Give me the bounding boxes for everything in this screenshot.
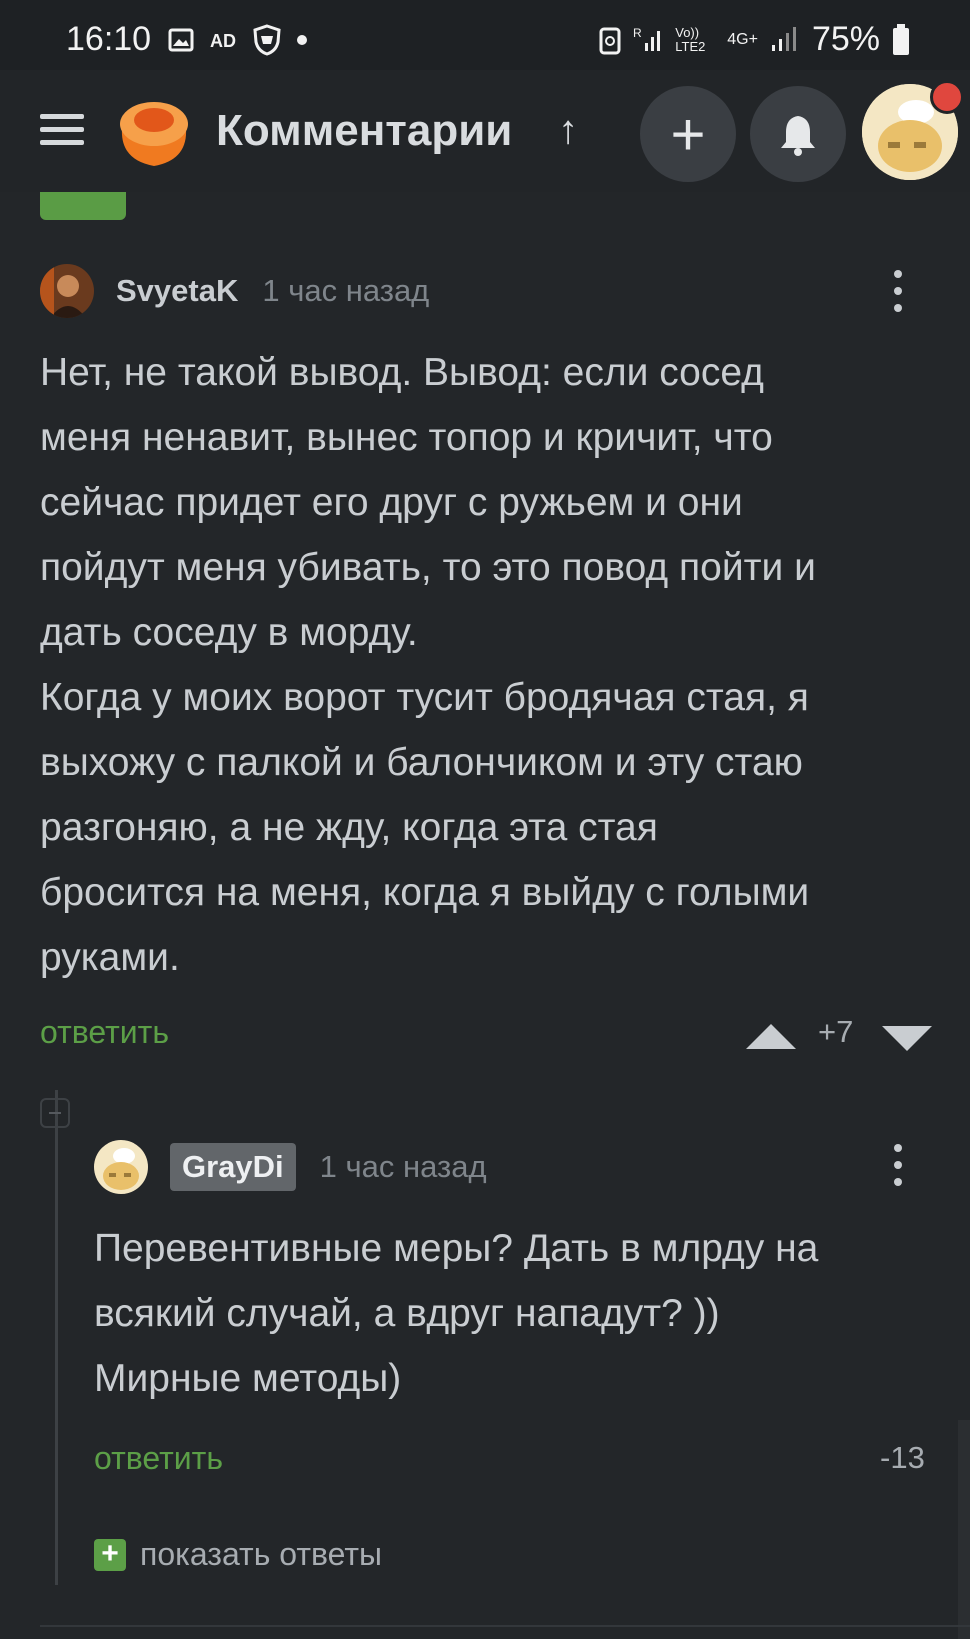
svg-text:AD: AD — [210, 31, 236, 51]
add-post-button[interactable]: + — [640, 86, 736, 182]
signal-icon — [771, 26, 796, 51]
status-time: 16:10 — [66, 20, 152, 58]
volte-label: Vo)) LTE2 — [675, 24, 706, 54]
gallery-icon — [168, 28, 194, 52]
signal-roaming-icon: R — [633, 26, 661, 51]
comment-rating: -13 — [880, 1440, 925, 1475]
reply-button[interactable]: ответить — [40, 1014, 169, 1051]
notifications-button[interactable] — [750, 86, 846, 182]
post-rating-bar — [40, 192, 126, 220]
comment-time[interactable]: 1 час назад — [320, 1149, 487, 1185]
recycle-icon — [599, 27, 621, 54]
dot-icon — [297, 35, 307, 45]
divider — [40, 1625, 970, 1627]
menu-icon[interactable] — [40, 114, 84, 146]
battery-percent: 75% — [811, 20, 880, 58]
collapse-thread-button[interactable] — [40, 1098, 70, 1128]
page-title: Комментарии — [216, 106, 513, 155]
battery-icon — [893, 23, 909, 55]
upvote-icon[interactable] — [746, 1024, 796, 1049]
app-bar: Комментарии ↑ + — [0, 70, 970, 192]
show-replies-label: показать ответы — [140, 1536, 383, 1572]
user-avatar-image — [40, 264, 94, 318]
comment-header: SvyetaK 1 час назад — [40, 264, 429, 318]
status-icons-left: AD — [168, 24, 308, 56]
ad-icon: AD — [210, 31, 236, 51]
shield-icon — [253, 24, 281, 56]
comment-text: Нет, не такой вывод. Вывод: если сосед м… — [40, 351, 816, 979]
notification-dot — [930, 80, 964, 114]
comment-time[interactable]: 1 час назад — [262, 273, 429, 309]
downvote-icon[interactable] — [882, 1026, 932, 1051]
pikabu-logo[interactable] — [114, 94, 194, 170]
comment-author-badge[interactable]: GrayDi — [170, 1143, 296, 1191]
status-bar: 16:10 AD R Vo)) LTE2 4G+ 75% — [0, 0, 970, 70]
comment-author[interactable]: SvyetaK — [116, 273, 238, 309]
status-icons-right: R Vo)) LTE2 4G+ 75% — [599, 20, 910, 59]
sort-arrow-up-icon[interactable]: ↑ — [558, 108, 578, 153]
expand-plus-icon: + — [94, 1538, 126, 1571]
show-replies-button[interactable]: + показать ответы — [94, 1536, 382, 1573]
comment-rating: +7 — [818, 1014, 854, 1049]
scrollbar[interactable] — [958, 1420, 970, 1639]
comment-header: GrayDi 1 час назад — [94, 1140, 487, 1194]
avatar[interactable] — [94, 1140, 148, 1194]
thread-line[interactable] — [55, 1090, 58, 1585]
avatar[interactable] — [40, 264, 94, 318]
bell-icon — [781, 116, 815, 156]
network-type: 4G+ — [727, 30, 758, 48]
svg-text:R: R — [633, 26, 642, 40]
comment-text: Перевентивные меры? Дать в млрду на всяк… — [94, 1227, 819, 1400]
more-options-icon[interactable] — [894, 1144, 902, 1195]
user-avatar-image — [94, 1140, 148, 1194]
reply-button[interactable]: ответить — [94, 1440, 223, 1477]
plus-icon: + — [670, 100, 706, 168]
more-options-icon[interactable] — [894, 270, 902, 321]
